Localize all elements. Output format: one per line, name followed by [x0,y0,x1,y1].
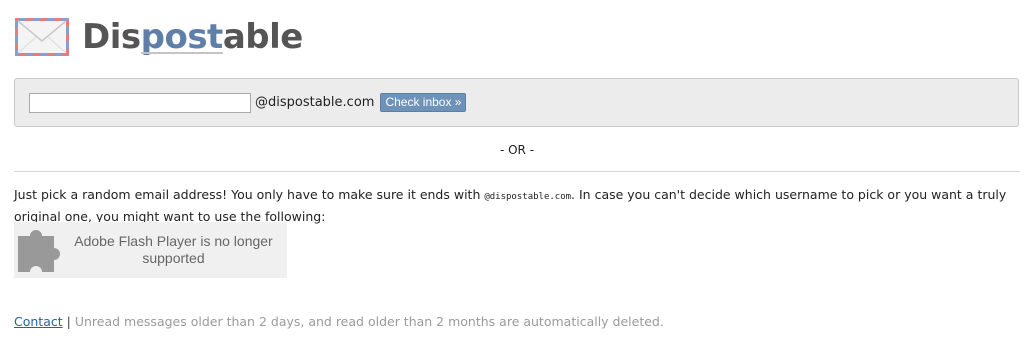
check-inbox-form: @dispostable.com Check inbox » [14,78,1019,127]
domain-code: @dispostable.com [484,192,572,202]
puzzle-piece-icon [18,230,60,272]
footer: Contact | Unread messages older than 2 day… [14,314,664,329]
check-inbox-button[interactable]: Check inbox » [380,93,467,112]
envelope-icon [15,18,69,56]
site-logo-text[interactable]: Dispostable [82,17,303,57]
instructions-text-before: Just pick a random email address! You on… [14,187,485,202]
email-domain-label: @dispostable.com [255,95,375,110]
instructions-text: Just pick a random email address! You on… [14,185,1014,226]
header: Dispostable [14,14,303,60]
email-username-input[interactable] [29,92,251,113]
logo-text-part2: post [140,17,224,57]
flash-unsupported-message: Adobe Flash Player is no longer supporte… [74,233,273,266]
divider [14,171,1020,172]
logo-text-part3: able [222,17,304,57]
flash-plugin-placeholder[interactable]: Adobe Flash Player is no longer supporte… [14,222,287,278]
footer-separator: | [66,314,71,329]
contact-link[interactable]: Contact [14,314,63,329]
logo-text-part1: Dis [82,17,141,57]
retention-notice: Unread messages older than 2 days, and r… [74,314,664,329]
or-separator: - OR - [499,143,535,157]
